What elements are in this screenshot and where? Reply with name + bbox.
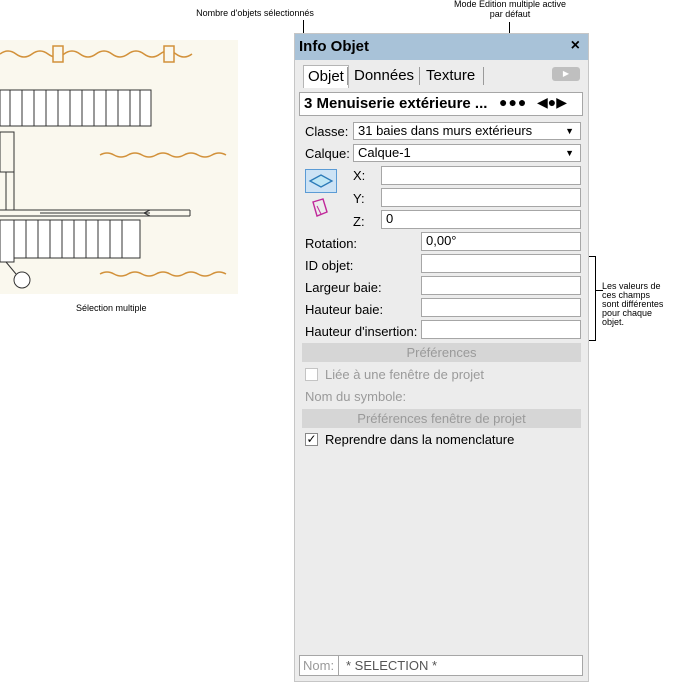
hauteur-insertion-field[interactable] <box>421 320 581 339</box>
object-type-label: 3 Menuiserie extérieure ... <box>304 95 488 112</box>
classe-label: Classe: <box>305 124 349 139</box>
object-nav-arrows-icon[interactable]: ◀●▶ <box>537 94 567 111</box>
tab-donnees[interactable]: Données <box>350 65 418 87</box>
rotation-field[interactable]: 0,00° <box>421 232 581 251</box>
id-objet-field[interactable] <box>421 254 581 273</box>
hauteur-baie-field[interactable] <box>421 298 581 317</box>
object-type-bar: 3 Menuiserie extérieure ... ●●● ◀●▶ <box>299 92 583 116</box>
calque-dropdown[interactable]: Calque-1 ▼ <box>353 144 581 162</box>
preferences-button[interactable]: Préférences <box>302 343 581 362</box>
callout-multi-edit-line1: Mode Edition multiple active <box>453 0 567 9</box>
classe-value: 31 baies dans murs extérieurs <box>358 123 533 138</box>
close-icon[interactable]: × <box>571 37 580 55</box>
plan-drawing-svg <box>0 45 227 289</box>
x-field[interactable] <box>381 166 581 185</box>
rotation-label: Rotation: <box>305 236 358 251</box>
liee-checkbox-label: Liée à une fenêtre de projet <box>325 367 485 382</box>
plan-drawing <box>0 40 238 294</box>
z-label: Z: <box>353 214 365 229</box>
hauteur-baie-label: Hauteur baie: <box>305 302 384 317</box>
callout-selected-count: Nombre d'objets sélectionnés <box>196 8 314 18</box>
calque-value: Calque-1 <box>358 145 411 160</box>
note-line: objet. <box>602 317 625 327</box>
z-field[interactable]: 0 <box>381 210 581 229</box>
classe-dropdown[interactable]: 31 baies dans murs extérieurs ▼ <box>353 122 581 140</box>
x-label: X: <box>353 168 366 183</box>
plane-3d-icon[interactable] <box>305 169 337 193</box>
callout-fields-note: Les valeurs de ces champs sont différent… <box>602 282 674 327</box>
preferences-fenetre-button[interactable]: Préférences fenêtre de projet <box>302 409 581 428</box>
calque-label: Calque: <box>305 146 350 161</box>
tab-divider <box>347 67 348 85</box>
tab-divider <box>419 67 420 85</box>
palette-titlebar[interactable]: Info Objet × <box>295 34 588 60</box>
expand-arrow-button[interactable]: ▶ <box>552 67 580 81</box>
nom-field[interactable]: * SELECTION * <box>346 658 437 673</box>
bracket-line <box>595 256 596 340</box>
nom-symbole-label: Nom du symbole: <box>305 389 407 404</box>
callout-multi-edit: Mode Edition multiple active par défaut <box>430 0 590 19</box>
y-field[interactable] <box>381 188 581 207</box>
callout-multi-edit-line2: par défaut <box>489 9 531 19</box>
liee-checkbox[interactable] <box>305 368 318 381</box>
largeur-baie-label: Largeur baie: <box>305 280 382 295</box>
tab-divider <box>483 67 484 85</box>
palette-title: Info Objet <box>299 38 369 55</box>
hauteur-insertion-label: Hauteur d'insertion: <box>305 324 418 339</box>
drawing-caption: Sélection multiple <box>76 303 147 313</box>
tab-texture[interactable]: Texture <box>422 65 479 87</box>
tab-objet[interactable]: Objet <box>303 65 349 88</box>
id-objet-label: ID objet: <box>305 258 354 273</box>
dropdown-arrow-icon: ▼ <box>565 126 574 136</box>
reprendre-checkbox-label: Reprendre dans la nomenclature <box>325 432 515 447</box>
largeur-baie-field[interactable] <box>421 276 581 295</box>
plane-2d-icon[interactable] <box>309 196 331 220</box>
nom-label: Nom: <box>303 658 335 673</box>
y-label: Y: <box>353 191 365 206</box>
dropdown-arrow-icon: ▼ <box>565 148 574 158</box>
info-objet-palette: Info Objet × Objet Données Texture ▶ 3 M… <box>294 33 589 682</box>
reprendre-checkbox[interactable]: ✓ <box>305 433 318 446</box>
multi-edit-dots-icon[interactable]: ●●● <box>499 94 527 110</box>
nom-field-container: Nom: * SELECTION * <box>299 655 583 676</box>
nom-separator <box>338 656 339 675</box>
